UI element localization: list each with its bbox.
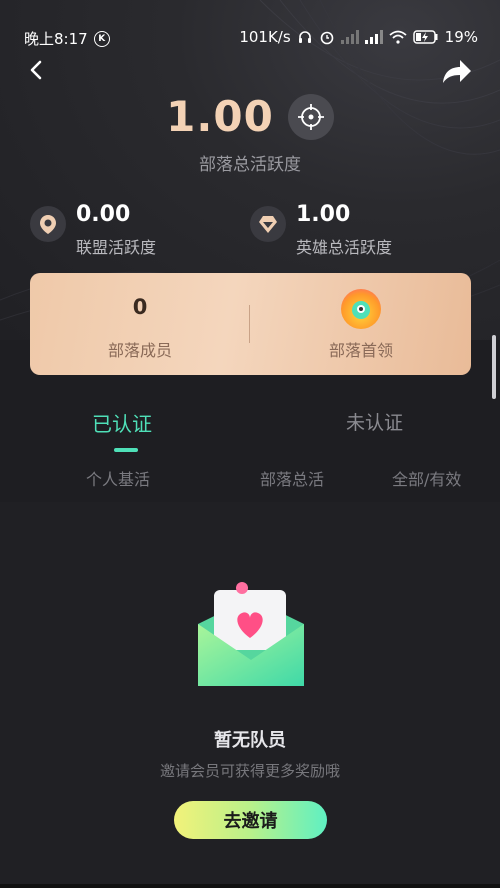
signal-icon-2	[364, 30, 383, 44]
scrollbar[interactable]	[492, 335, 496, 399]
members-label: 部落成员	[107, 341, 172, 360]
target-icon	[297, 103, 324, 130]
headphone-icon	[297, 29, 313, 45]
total-activity-value: 1.00	[166, 92, 274, 141]
tab-unverified[interactable]: 未认证	[346, 408, 403, 435]
total-activity-label: 部落总活跃度	[199, 155, 301, 175]
battery-icon	[412, 30, 439, 44]
members-column[interactable]: 0 部落成员	[30, 273, 250, 375]
target-button[interactable]	[287, 93, 334, 140]
column-headers: 个人基活 部落总活 全部/有效	[0, 466, 500, 502]
verification-tabs: 已认证 未认证	[0, 408, 500, 452]
alliance-activity-value: 0.00	[76, 202, 131, 227]
active-tab-indicator	[114, 448, 138, 452]
alarm-icon	[319, 29, 335, 45]
tab-verified[interactable]: 已认证	[92, 408, 152, 437]
top-bar	[0, 55, 500, 95]
back-icon	[30, 60, 42, 80]
alliance-activity-label: 联盟活跃度	[76, 238, 157, 257]
back-button[interactable]	[24, 57, 52, 85]
tribe-summary-card: 0 部落成员 部落首领	[30, 273, 471, 375]
alliance-activity: 0.00 联盟活跃度	[30, 200, 156, 258]
invite-button[interactable]: 去邀请	[174, 801, 327, 839]
column-tribe-total: 部落总活	[260, 470, 325, 489]
members-count: 0	[132, 295, 148, 319]
hero-icon	[250, 206, 286, 242]
empty-state-subtitle: 邀请会员可获得更多奖励哦	[159, 762, 340, 780]
hero-activity-value: 1.00	[296, 202, 351, 227]
card-divider	[249, 305, 250, 343]
hero-activity-label: 英雄总活跃度	[296, 238, 393, 257]
share-icon	[443, 60, 471, 83]
leader-column[interactable]: 部落首领	[251, 273, 471, 375]
share-button[interactable]	[440, 57, 474, 87]
status-time: 晚上8:17	[24, 30, 88, 48]
leader-avatar-icon	[341, 289, 381, 329]
leader-label: 部落首领	[328, 341, 393, 360]
total-activity-row: 1.00	[0, 92, 500, 141]
net-speed: 101K/s	[239, 28, 291, 46]
bottom-edge	[0, 884, 500, 888]
signal-icon-1	[340, 30, 359, 44]
empty-state-title: 暂无队员	[214, 730, 286, 751]
battery-percent: 19%	[444, 28, 478, 46]
hero-activity: 1.00 英雄总活跃度	[250, 200, 392, 258]
column-personal: 个人基活	[86, 470, 151, 489]
column-all-valid: 全部/有效	[392, 470, 462, 489]
envelope-heart-icon	[196, 580, 306, 690]
alliance-icon	[30, 206, 66, 242]
k-badge-icon: K	[93, 30, 110, 47]
wifi-icon	[389, 30, 407, 44]
